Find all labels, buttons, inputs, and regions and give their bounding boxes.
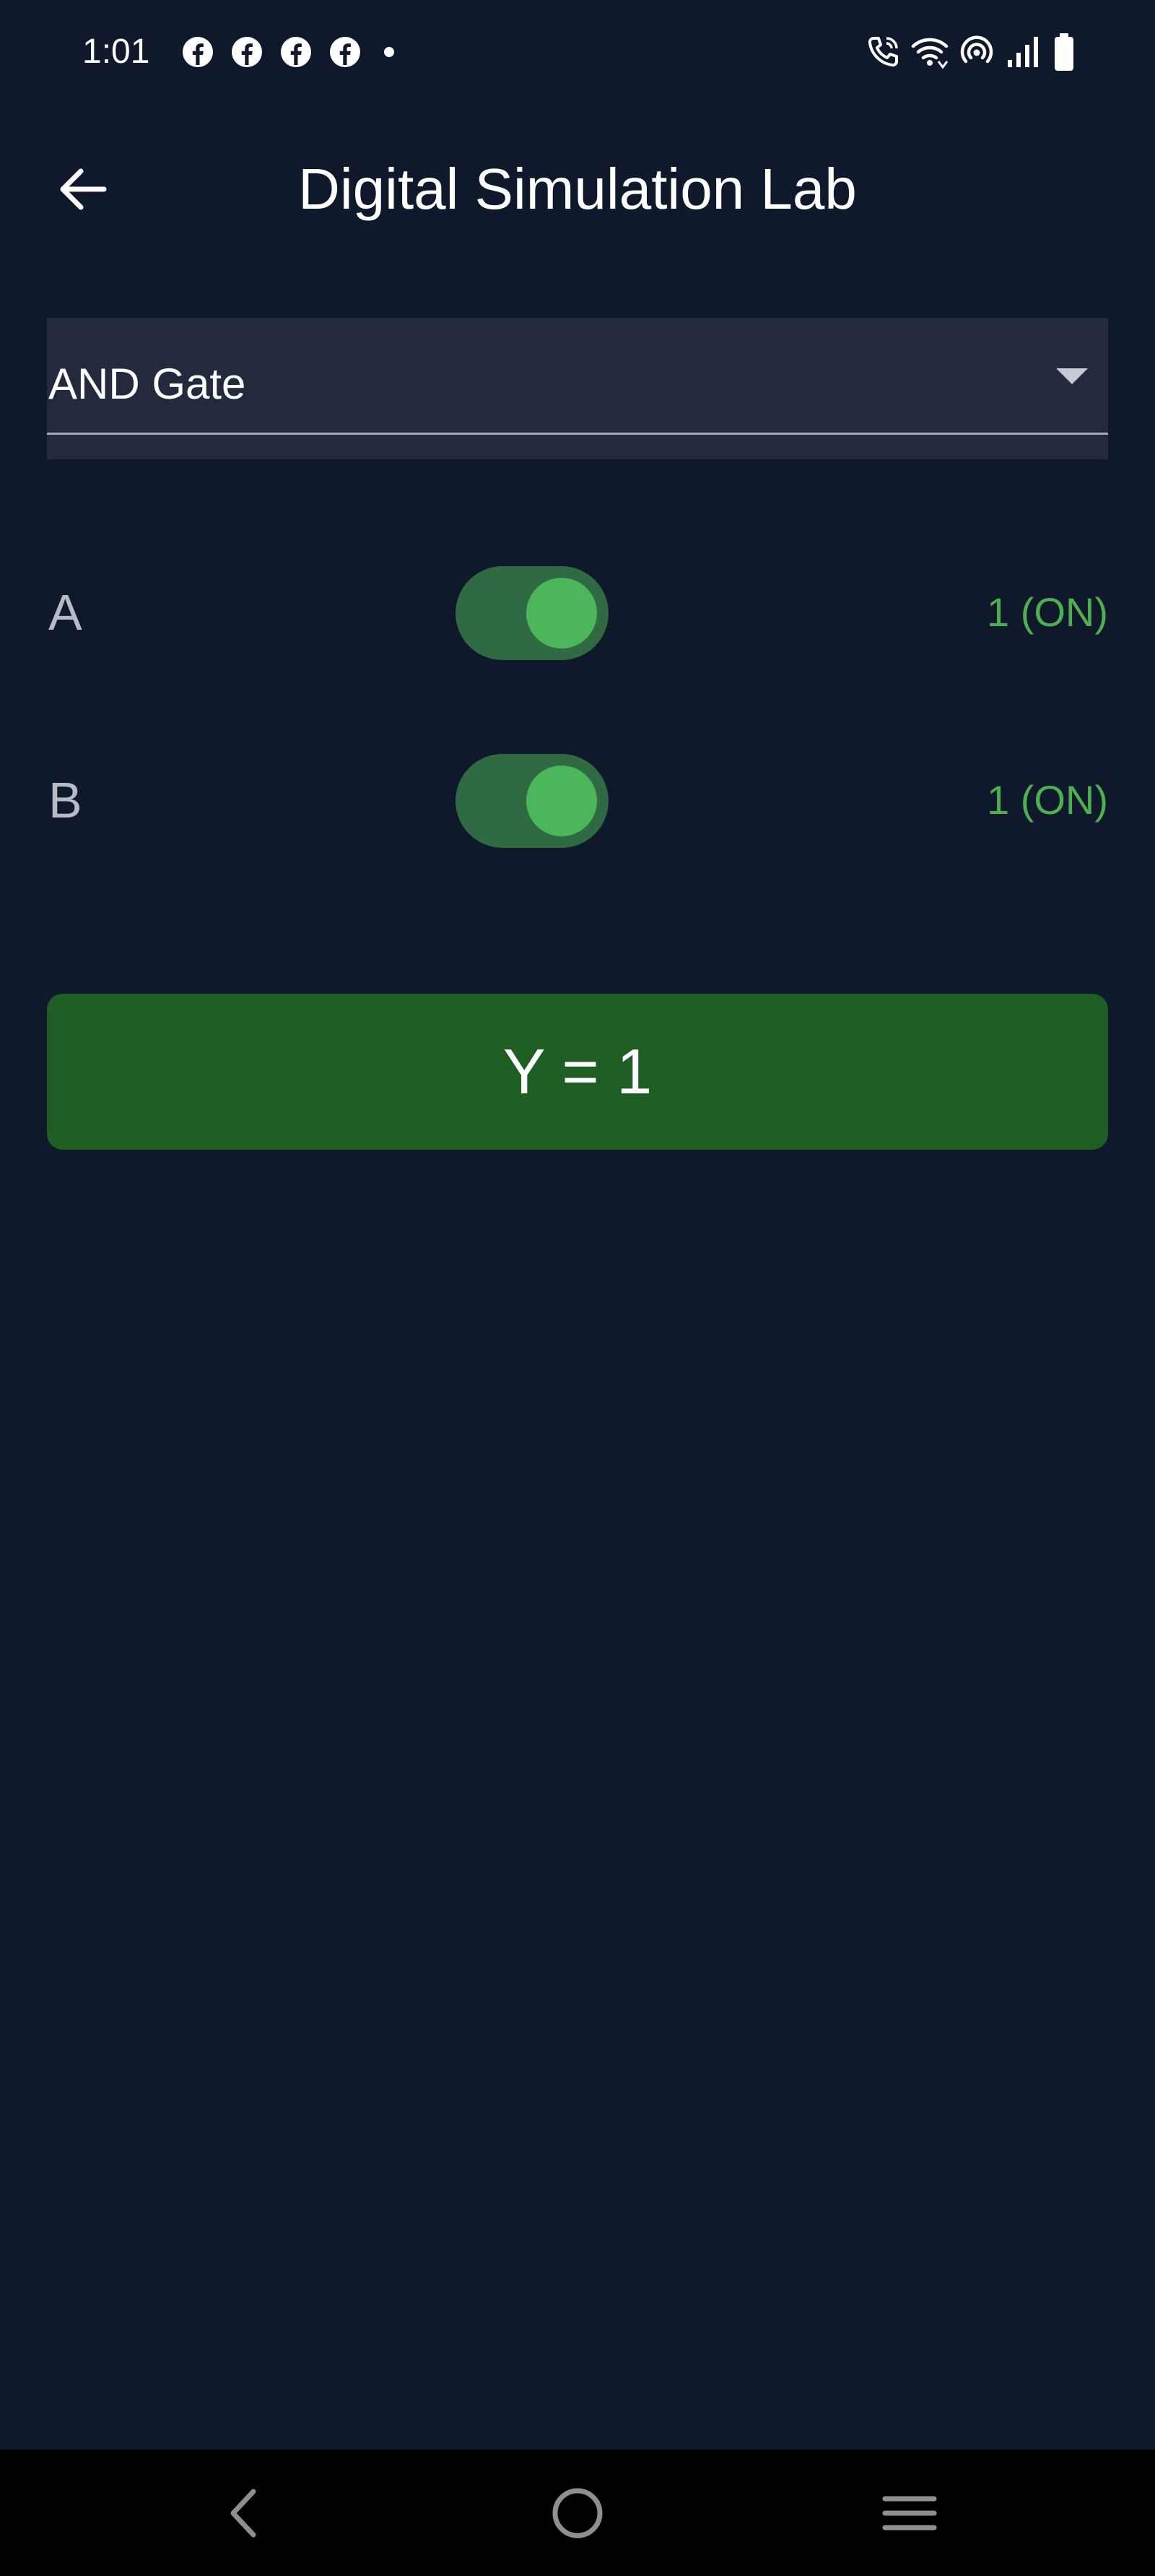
toggle-knob [526, 766, 597, 836]
gate-select-dropdown[interactable]: AND Gate [47, 318, 1108, 459]
navigation-bar [0, 2450, 1155, 2576]
page-title: Digital Simulation Lab [298, 157, 857, 221]
input-row-a: A 1 (ON) [47, 562, 1108, 663]
gate-select-value: AND Gate [48, 360, 246, 408]
input-label-a: A [48, 584, 82, 641]
nav-recents-icon [882, 2496, 937, 2531]
facebook-icon [330, 37, 360, 67]
input-state-b: 1 (ON) [987, 777, 1108, 823]
nav-back-icon [230, 2489, 256, 2538]
nav-home-icon [552, 2488, 603, 2538]
dropdown-arrow-icon [1056, 368, 1088, 384]
output-display: Y = 1 [47, 994, 1108, 1150]
system-icons [865, 32, 1076, 72]
toggle-knob [526, 578, 597, 649]
hotspot-icon [960, 35, 993, 64]
output-value: Y = 1 [502, 1036, 653, 1107]
input-label-b: B [48, 772, 82, 828]
status-bar: 1:01 [0, 0, 1155, 108]
nav-back-button[interactable] [200, 2470, 287, 2557]
notification-icons [182, 35, 394, 69]
wifi-icon [911, 38, 949, 69]
nav-home-button[interactable] [534, 2470, 621, 2557]
battery-icon [1055, 33, 1073, 71]
signal-icon [1008, 37, 1038, 67]
nav-recents-button[interactable] [866, 2470, 953, 2557]
facebook-icon [281, 37, 311, 67]
status-time: 1:01 [82, 32, 150, 71]
input-row-b: B 1 (ON) [47, 750, 1108, 851]
app-bar: Digital Simulation Lab [0, 123, 1155, 253]
toggle-input-a[interactable] [456, 566, 609, 660]
facebook-icon [183, 37, 213, 67]
facebook-icon [232, 37, 262, 67]
input-state-a: 1 (ON) [987, 589, 1108, 635]
dropdown-field: AND Gate [47, 318, 1108, 435]
toggle-input-b[interactable] [456, 754, 609, 848]
more-dot-icon [384, 47, 394, 57]
wifi-calling-icon [868, 37, 898, 67]
